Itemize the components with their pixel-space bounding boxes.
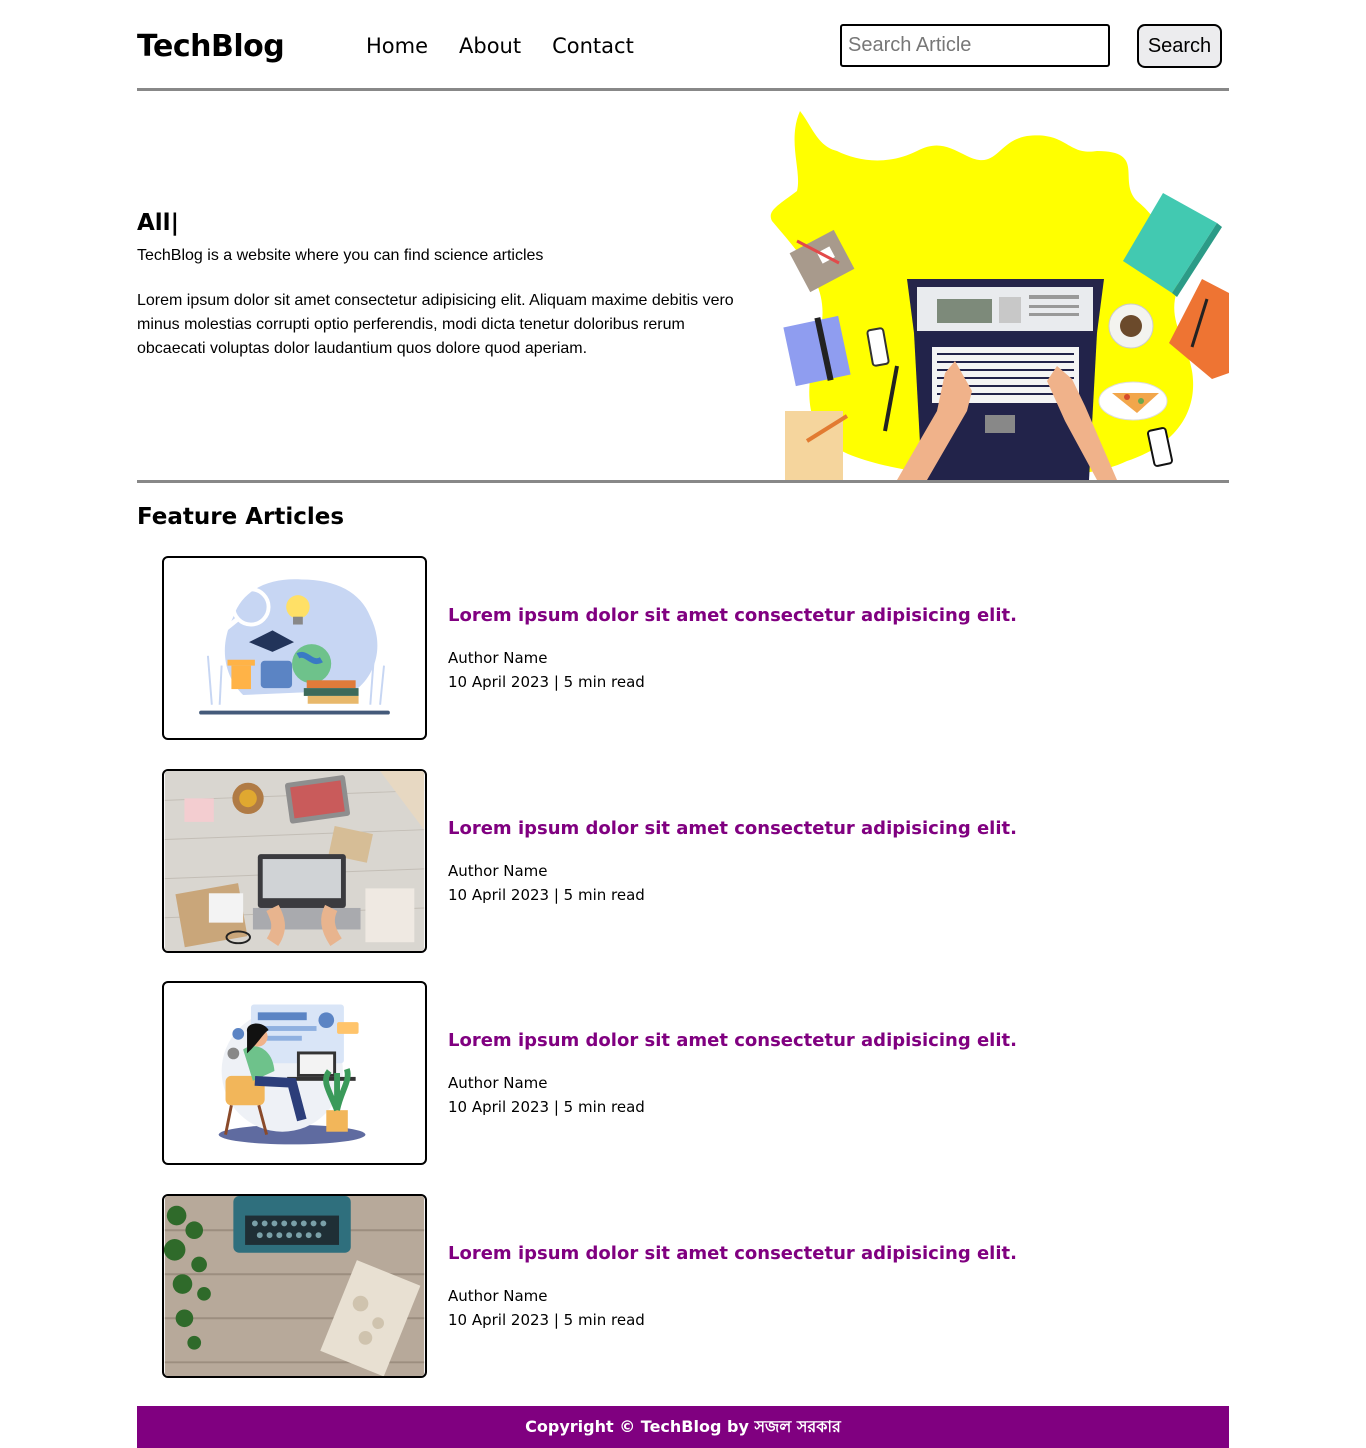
footer-copyright: Copyright © TechBlog by সজল সরকার — [525, 1416, 841, 1436]
features-title: Feature Articles — [137, 504, 345, 530]
hero-body: Lorem ipsum dolor sit amet consectetur a… — [137, 292, 734, 357]
education-illustration-icon[interactable] — [162, 556, 427, 740]
article-meta: 10 April 2023 | 5 min read — [448, 673, 645, 691]
article-card[interactable]: Lorem ipsum dolor sit amet consectetur a… — [162, 1194, 1229, 1378]
laptop-desk-illustration-icon — [767, 111, 1229, 480]
article-author: Author Name — [448, 1074, 548, 1092]
article-title[interactable]: Lorem ipsum dolor sit amet consectetur a… — [448, 1029, 1017, 1053]
article-author: Author Name — [448, 1287, 548, 1305]
nav-link-home[interactable]: Home — [366, 31, 428, 61]
typewriter-photo-icon[interactable] — [162, 1194, 427, 1378]
nav-link-about[interactable]: About — [459, 31, 521, 61]
article-meta: 10 April 2023 | 5 min read — [448, 886, 645, 904]
hero-section: All| TechBlog is a website where you can… — [137, 91, 1229, 483]
search-button[interactable]: Search — [1137, 24, 1222, 68]
developer-illustration-icon[interactable] — [162, 981, 427, 1165]
article-card[interactable]: Lorem ipsum dolor sit amet consectetur a… — [162, 556, 1229, 740]
site-footer: Copyright © TechBlog by সজল সরকার — [137, 1406, 1229, 1448]
site-logo[interactable]: TechBlog — [137, 29, 285, 65]
article-title[interactable]: Lorem ipsum dolor sit amet consectetur a… — [448, 1242, 1017, 1266]
article-meta: 10 April 2023 | 5 min read — [448, 1311, 645, 1329]
workspace-photo-icon[interactable] — [162, 769, 427, 953]
main-nav: Home About Contact — [366, 31, 634, 61]
article-card[interactable]: Lorem ipsum dolor sit amet consectetur a… — [162, 769, 1229, 953]
article-title[interactable]: Lorem ipsum dolor sit amet consectetur a… — [448, 817, 1017, 841]
article-author: Author Name — [448, 649, 548, 667]
hero-tagline: TechBlog is a website where you can find… — [137, 247, 544, 264]
article-meta: 10 April 2023 | 5 min read — [448, 1098, 645, 1116]
hero-title: All| — [137, 210, 179, 236]
article-author: Author Name — [448, 862, 548, 880]
site-header: TechBlog Home About Contact Search — [137, 0, 1229, 91]
article-title[interactable]: Lorem ipsum dolor sit amet consectetur a… — [448, 604, 1017, 628]
page: TechBlog Home About Contact Search All| … — [137, 0, 1229, 1448]
nav-link-contact[interactable]: Contact — [552, 31, 634, 61]
search-input[interactable] — [840, 24, 1110, 67]
article-card[interactable]: Lorem ipsum dolor sit amet consectetur a… — [162, 981, 1229, 1165]
